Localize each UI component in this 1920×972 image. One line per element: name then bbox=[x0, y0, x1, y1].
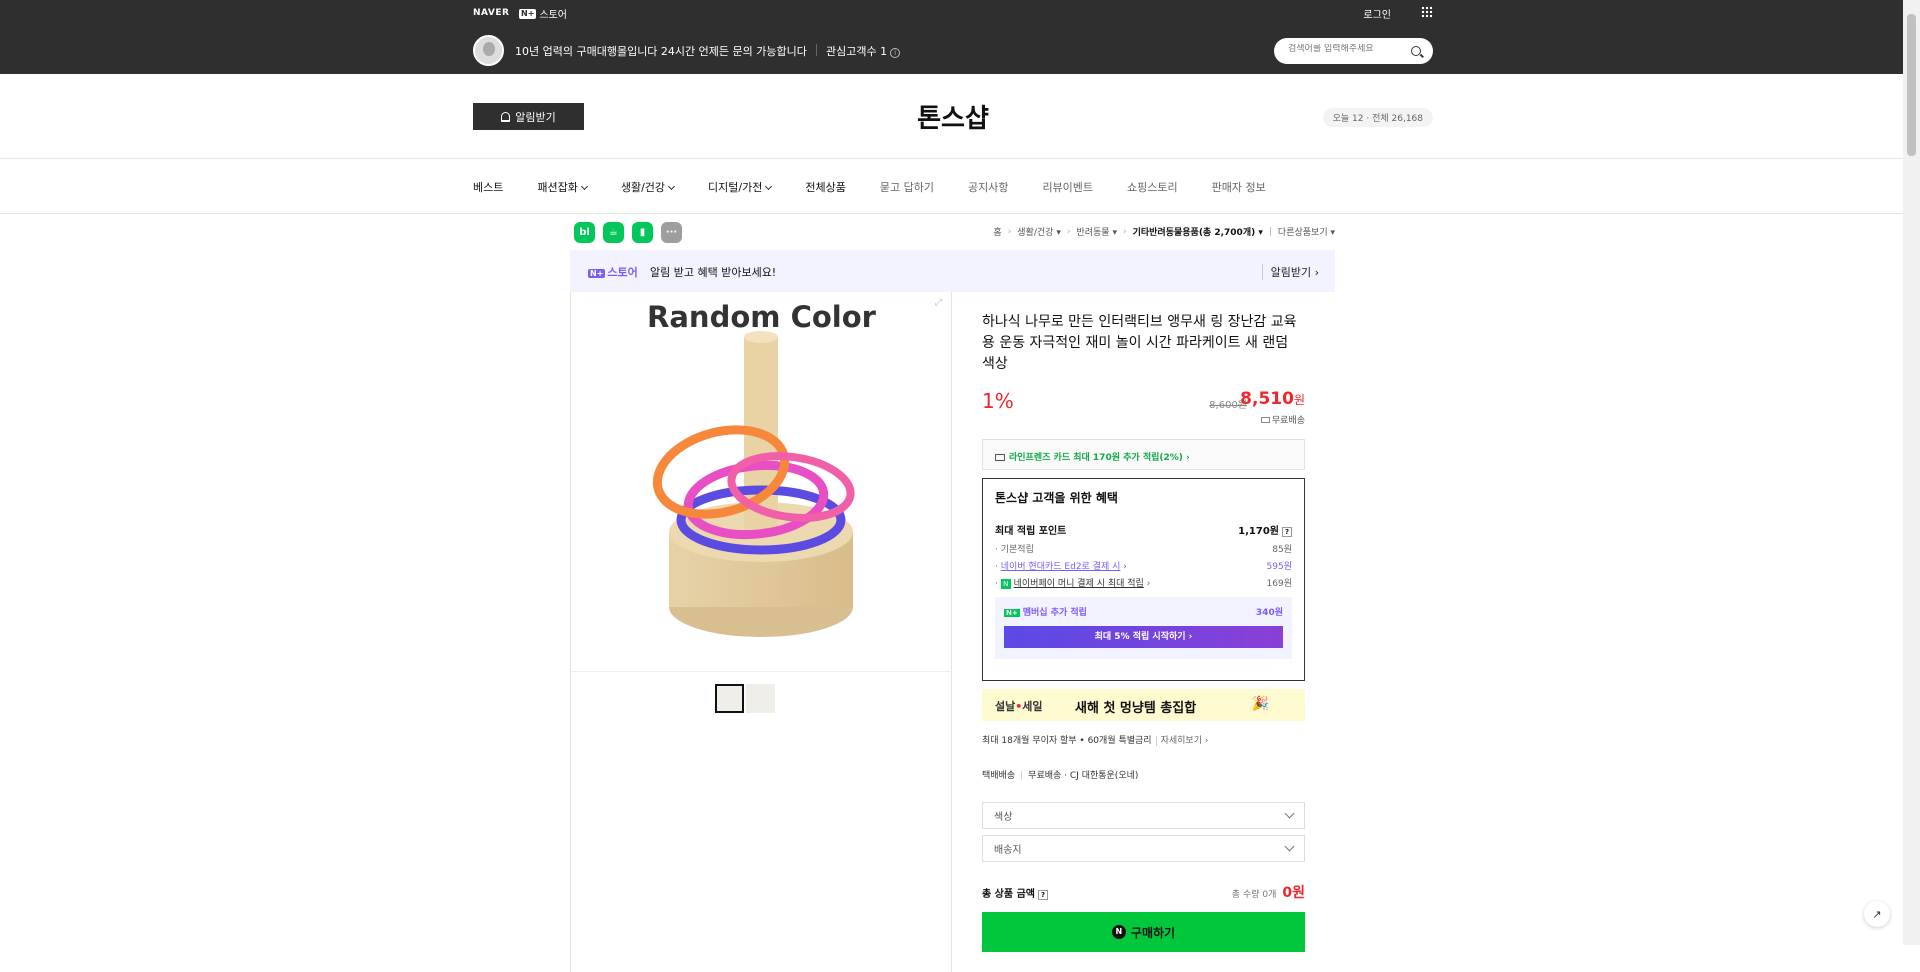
search-box bbox=[1274, 38, 1433, 64]
quick-icon-2[interactable]: ▮ bbox=[632, 222, 653, 243]
quick-icon-0[interactable]: bl bbox=[574, 222, 595, 243]
sale-banner[interactable]: 설날•세일 새해 첫 멍냥템 총집합 🎉 bbox=[982, 689, 1305, 721]
naver-plus-store: N+ 스토어 bbox=[588, 266, 638, 279]
crumb-category-3[interactable]: 기타반려동물용품(총 2,700개) ▾ bbox=[1133, 225, 1263, 238]
installment-info: 최대 18개월 무이자 할부 • 60개월 특별금리 자세히보기 › bbox=[982, 736, 1209, 746]
help-icon[interactable]: ? bbox=[1282, 527, 1292, 537]
chevron-down-icon bbox=[1284, 808, 1295, 819]
share-button[interactable]: ↗ bbox=[1864, 901, 1890, 927]
option-select-address[interactable]: 배송지 bbox=[982, 835, 1305, 862]
nav-item-2[interactable]: 생활/건강 bbox=[621, 179, 676, 195]
divider: | bbox=[1268, 226, 1272, 237]
scrollbar[interactable] bbox=[1903, 0, 1920, 945]
naver-logo[interactable]: NAVER bbox=[473, 8, 509, 18]
product-main-image[interactable]: Random Color ⤢ bbox=[571, 292, 952, 672]
image-column: Random Color ⤢ bbox=[570, 292, 952, 972]
apps-grid-icon[interactable] bbox=[1421, 6, 1433, 18]
search-icon[interactable] bbox=[1411, 46, 1421, 56]
buy-button[interactable]: N 구매하기 bbox=[982, 912, 1305, 952]
nav-item-4[interactable]: 전체상품 bbox=[805, 179, 845, 195]
party-icon: 🎉 bbox=[1251, 696, 1269, 712]
help-icon[interactable]: ? bbox=[1037, 889, 1048, 900]
promo-alarm-button[interactable]: 알림받기 › bbox=[1261, 264, 1319, 280]
crumb-category-2[interactable]: 반려동물 ▾ bbox=[1076, 225, 1117, 238]
nav-item-0[interactable]: 베스트 bbox=[473, 179, 503, 195]
chevron-down-icon bbox=[580, 182, 588, 190]
category-nav: 베스트 패션잡화 생활/건강 디지털/가전 전체상품 묻고 답하기 공지사항 리뷰이벤트 쇼핑스… bbox=[0, 159, 1920, 214]
other-products-link[interactable]: 다른상품보기 ▾ bbox=[1278, 225, 1335, 238]
breadcrumb: 홈 › 생활/건강 ▾ › 반려동물 ▾ › 기타반려동물용품(총 2,700개) ▾… bbox=[993, 225, 1335, 239]
quick-icons: bl ☕ ▮ ··· bbox=[574, 222, 682, 243]
sale-banner-text: 새해 첫 멍냥템 총집합 bbox=[1075, 701, 1197, 716]
nav-item-9[interactable]: 판매자 정보 bbox=[1212, 179, 1266, 195]
store-promo-bar: N+ 스토어 알림 받고 혜택 받아보세요! 알림받기 › bbox=[570, 250, 1335, 292]
visitor-count: 오늘 12 · 전체 26,168 bbox=[1322, 108, 1433, 127]
naver-plus-icon: N+ bbox=[519, 8, 537, 19]
total-row: 총 상품 금액? 총 수량 0개 0원 bbox=[982, 885, 1305, 901]
chevron-down-icon bbox=[765, 182, 773, 190]
favorite-count: 관심고객수 1 bbox=[826, 45, 888, 58]
chevron-right-icon: › bbox=[1122, 226, 1127, 237]
benefit-title: 톤스샵 고객을 위한 혜택 bbox=[995, 491, 1118, 505]
nav-item-8[interactable]: 쇼핑스토리 bbox=[1127, 179, 1178, 195]
naver-plus-icon: N+ bbox=[588, 269, 606, 278]
product-title: 하나식 나무로 만든 인터랙티브 앵무새 링 장난감 교육용 운동 자극적인 재… bbox=[982, 314, 1297, 372]
crumb-home[interactable]: 홈 bbox=[993, 225, 1001, 238]
shop-description: 10년 업력의 구매대행몰입니다 24시간 언제든 문의 가능합니다 bbox=[515, 45, 807, 58]
login-link[interactable]: 로그인 bbox=[1363, 6, 1391, 21]
nav-item-6[interactable]: 공지사항 bbox=[968, 179, 1008, 195]
nav-item-7[interactable]: 리뷰이벤트 bbox=[1042, 179, 1093, 195]
quick-icon-3[interactable]: ··· bbox=[661, 222, 682, 243]
naver-store-link[interactable]: N+ 스토어 bbox=[519, 6, 567, 21]
top-bar: NAVER N+ 스토어 로그인 10년 업력의 구매대행몰입니다 24시간 언… bbox=[0, 0, 1920, 74]
scrollbar-thumb[interactable] bbox=[1907, 14, 1916, 156]
benefit-box: 톤스샵 고객을 위한 혜택 최대 적립 포인트 1,170원? · 기본적립 85원… bbox=[982, 478, 1305, 681]
favorite-customers: 관심고객수 1i bbox=[826, 43, 901, 59]
naver-pay-icon: N bbox=[1000, 579, 1011, 589]
option-select-color[interactable]: 색상 bbox=[982, 802, 1305, 829]
membership-box: N+ 멤버십 추가 적립 340원 최대 5% 적립 시작하기 › bbox=[995, 597, 1292, 659]
divider bbox=[816, 44, 817, 56]
delivery-info: 택배배송 | 무료배송 · CJ 대한통운(오네) bbox=[982, 771, 1139, 781]
ring-toy-illustration bbox=[652, 331, 855, 637]
pay-point-row: · N 네이버페이 머니 결제 시 최대 적립 › 169원 bbox=[995, 579, 1292, 589]
installment-more-link[interactable]: 자세히보기 › bbox=[1155, 736, 1209, 746]
info-icon[interactable]: i bbox=[890, 48, 901, 58]
naver-pay-icon: N bbox=[1111, 925, 1126, 939]
search-input[interactable] bbox=[1288, 44, 1408, 54]
card-point-row: · 네이버 현대카드 Ed2로 결제 시 › 595원 bbox=[995, 562, 1292, 572]
membership-start-button[interactable]: 최대 5% 적립 시작하기 › bbox=[1004, 626, 1283, 648]
naver-plus-icon: N+ bbox=[1004, 609, 1020, 617]
promo-text: 알림 받고 혜택 받아보세요! bbox=[650, 266, 777, 279]
price-row: 1% 8,600원 8,510원 bbox=[982, 389, 1305, 419]
thumbnail-list bbox=[715, 684, 775, 713]
card-point-link[interactable]: 네이버 현대카드 Ed2로 결제 시 bbox=[1001, 562, 1121, 572]
thumbnail-2[interactable] bbox=[746, 684, 775, 713]
sale-price: 8,510원 bbox=[1240, 389, 1305, 409]
shop-avatar[interactable] bbox=[473, 35, 504, 66]
card-icon bbox=[995, 454, 1005, 461]
store-label: 스토어 bbox=[539, 10, 568, 21]
store-header: 알림받기 톤스샵 오늘 12 · 전체 26,168 bbox=[0, 74, 1920, 159]
card-promo[interactable]: 라인프렌즈 카드 최대 170원 추가 적립(2%) › bbox=[982, 439, 1305, 470]
discount-rate: 1% bbox=[982, 389, 1014, 413]
nav-item-3[interactable]: 디지털/가전 bbox=[708, 179, 773, 195]
purchase-column: 하나식 나무로 만든 인터랙티브 앵무새 링 장난감 교육용 운동 자극적인 재… bbox=[982, 292, 1305, 952]
chevron-right-icon: › bbox=[1066, 226, 1071, 237]
quick-icon-1[interactable]: ☕ bbox=[603, 222, 624, 243]
shop-name[interactable]: 톤스샵 bbox=[473, 98, 1433, 135]
max-point-row: 최대 적립 포인트 1,170원? bbox=[995, 522, 1292, 537]
chevron-down-icon bbox=[1284, 841, 1295, 852]
nav-item-1[interactable]: 패션잡화 bbox=[537, 179, 588, 195]
nav-item-5[interactable]: 묻고 답하기 bbox=[880, 179, 934, 195]
thumbnail-1[interactable] bbox=[715, 684, 744, 713]
chevron-down-icon bbox=[668, 182, 676, 190]
sale-tag: 설날•세일 bbox=[995, 700, 1043, 713]
chevron-right-icon: › bbox=[1007, 226, 1012, 237]
pay-point-link[interactable]: 네이버페이 머니 결제 시 최대 적립 bbox=[1014, 579, 1144, 589]
base-point-row: · 기본적립 85원 bbox=[995, 545, 1292, 555]
crumb-category-1[interactable]: 생활/건강 ▾ bbox=[1017, 225, 1061, 238]
